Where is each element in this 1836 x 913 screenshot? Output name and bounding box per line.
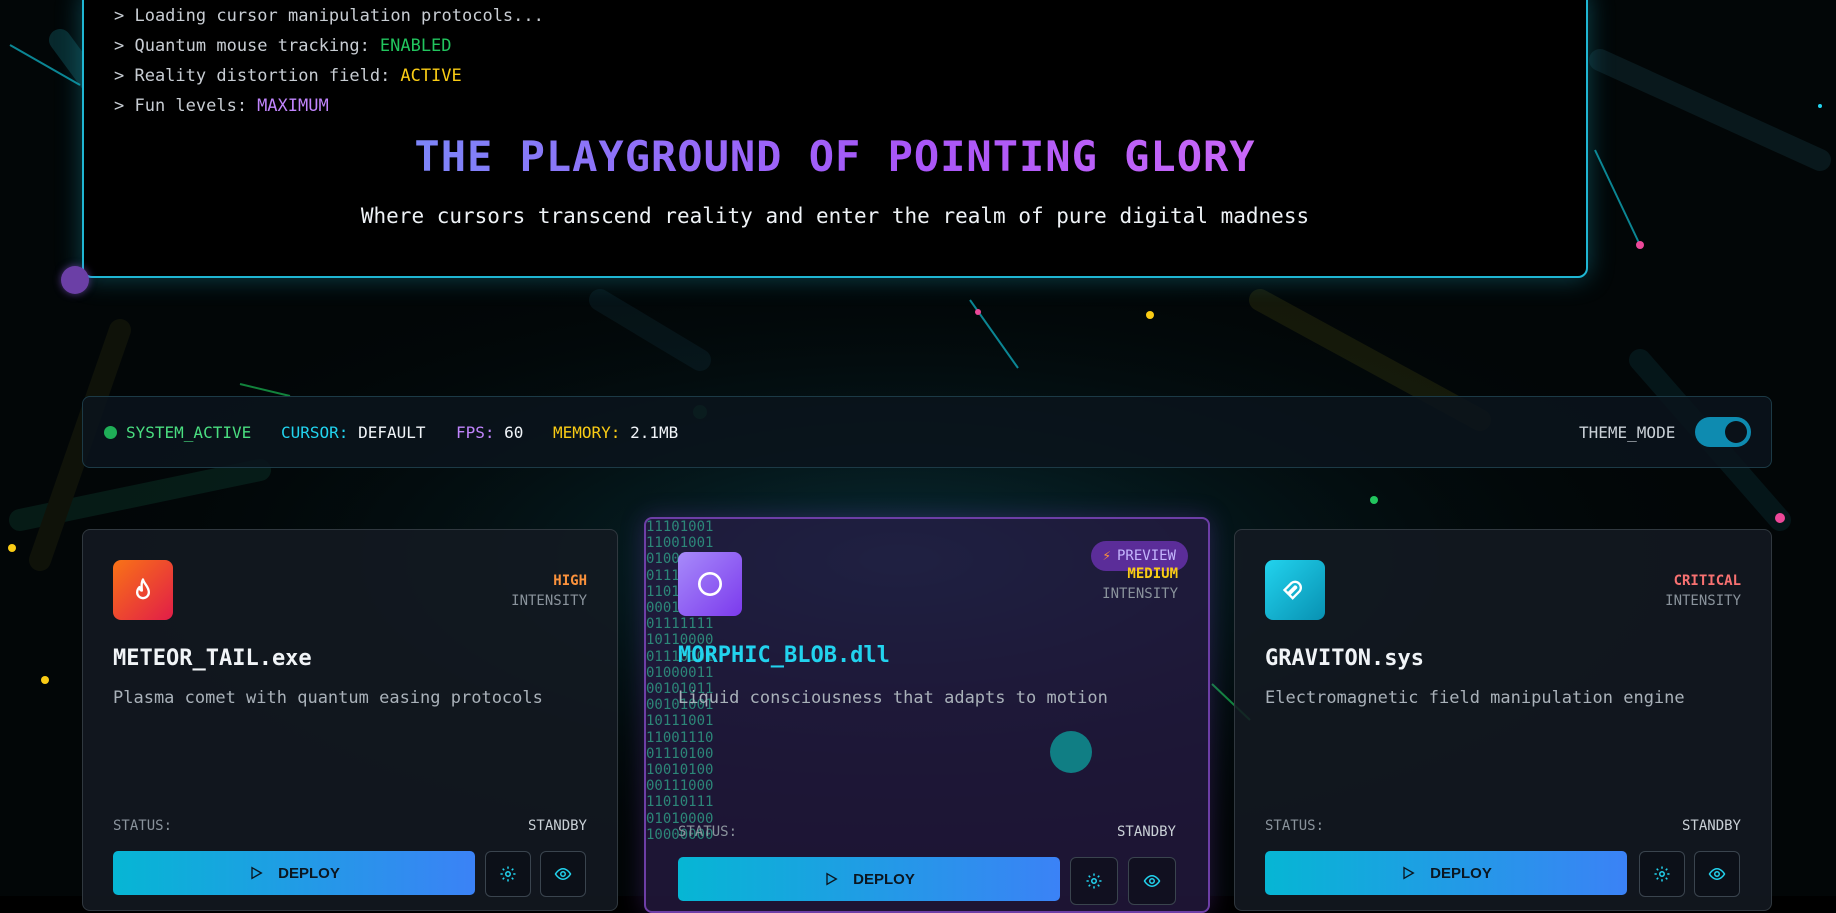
- deploy-label: DEPLOY: [1430, 864, 1492, 882]
- fps-value: 60: [504, 423, 524, 442]
- boot-line-value: ACTIVE: [400, 66, 462, 86]
- boot-line-text: > Reality distortion field:: [114, 66, 391, 86]
- card-title: GRAVITON.sys: [1265, 646, 1424, 671]
- card-description: Electromagnetic field manipulation engin…: [1265, 688, 1685, 708]
- card-description: Plasma comet with quantum easing protoco…: [113, 688, 543, 708]
- fps-label: FPS:: [456, 423, 495, 442]
- toggle-knob: [1725, 421, 1747, 443]
- status-bar: SYSTEM_ACTIVE CURSOR: DEFAULT FPS: 60 ME…: [82, 396, 1772, 468]
- status-label: STATUS:: [113, 818, 173, 834]
- intensity-value: HIGH: [553, 573, 587, 589]
- system-status-text: SYSTEM_ACTIVE: [126, 423, 252, 442]
- boot-line-value: MAXIMUM: [257, 96, 329, 116]
- card-title: MORPHIC_BLOB.dll: [678, 643, 890, 668]
- hero-title: THE PLAYGROUND OF POINTING GLORY: [84, 132, 1586, 181]
- hero-subtitle: Where cursors transcend reality and ente…: [360, 204, 1310, 228]
- circle-icon: [678, 552, 742, 616]
- memory-label: MEMORY:: [553, 423, 621, 442]
- cursor-status: CURSOR: DEFAULT: [281, 423, 426, 442]
- status-value: STANDBY: [527, 818, 587, 834]
- status-value: STANDBY: [1681, 818, 1741, 834]
- system-active-indicator: [104, 426, 117, 439]
- boot-line-value: ENABLED: [379, 36, 452, 56]
- memory-value: 2.1MB: [630, 423, 679, 442]
- status-label: STATUS:: [678, 824, 738, 840]
- eye-icon: [1708, 867, 1726, 881]
- boot-line-text: > Loading cursor manipulation protocols.…: [114, 6, 544, 26]
- preview-badge-label: PREVIEW: [1116, 548, 1176, 564]
- gear-icon: [500, 866, 516, 882]
- cursor-label: CURSOR:: [281, 423, 349, 442]
- cursor-orb: [61, 266, 89, 294]
- gear-icon: [1086, 873, 1102, 889]
- deploy-button[interactable]: DEPLOY: [1265, 851, 1627, 895]
- card-title: METEOR_TAIL.exe: [113, 646, 312, 671]
- intensity-value: CRITICAL: [1673, 573, 1741, 589]
- cursor-value: DEFAULT: [358, 423, 426, 442]
- boot-line-text: > Fun levels:: [114, 96, 248, 116]
- memory-status: MEMORY: 2.1MB: [553, 423, 678, 442]
- preview-button[interactable]: [540, 851, 586, 897]
- boot-line-4: > Fun levels: MAXIMUM: [114, 96, 329, 116]
- morphic-blob-preview: [1050, 731, 1092, 773]
- deploy-button[interactable]: DEPLOY: [678, 857, 1060, 901]
- settings-button[interactable]: [1070, 857, 1118, 905]
- theme-mode-toggle[interactable]: [1695, 417, 1751, 447]
- play-icon: [1403, 866, 1415, 880]
- lightning-icon: ⚡: [1102, 548, 1111, 564]
- eye-icon: [1143, 874, 1161, 888]
- terminal-hero: > Loading cursor manipulation protocols.…: [82, 0, 1588, 278]
- intensity-label: INTENSITY: [1665, 593, 1741, 609]
- flame-icon: [113, 560, 173, 620]
- magnet-icon: [1265, 560, 1325, 620]
- cursor-card-morphic-blob: 11101001 11001001 01001001 01110101 1101…: [644, 517, 1210, 913]
- status-label: STATUS:: [1265, 818, 1325, 834]
- preview-eye-button[interactable]: [1128, 857, 1176, 905]
- boot-line-1: > Loading cursor manipulation protocols.…: [114, 6, 544, 26]
- play-icon: [826, 872, 838, 886]
- deploy-label: DEPLOY: [278, 864, 340, 882]
- eye-icon: [554, 867, 572, 881]
- boot-line-text: > Quantum mouse tracking:: [114, 36, 370, 56]
- page-content: > Loading cursor manipulation protocols.…: [0, 0, 1836, 913]
- boot-line-3: > Reality distortion field: ACTIVE: [114, 66, 462, 86]
- settings-button[interactable]: [485, 851, 531, 897]
- status-value: STANDBY: [1116, 824, 1176, 840]
- cursor-card-graviton: CRITICAL INTENSITY GRAVITON.sys Electrom…: [1234, 529, 1772, 911]
- gear-icon: [1654, 866, 1670, 882]
- settings-button[interactable]: [1639, 851, 1685, 897]
- preview-button[interactable]: [1694, 851, 1740, 897]
- intensity-value: MEDIUM: [1127, 566, 1178, 582]
- play-icon: [251, 866, 263, 880]
- intensity-label: INTENSITY: [1102, 586, 1178, 602]
- boot-line-2: > Quantum mouse tracking: ENABLED: [114, 36, 452, 56]
- deploy-label: DEPLOY: [853, 870, 915, 888]
- theme-mode-label: THEME_MODE: [1579, 423, 1676, 442]
- cursor-card-meteor-tail: HIGH INTENSITY METEOR_TAIL.exe Plasma co…: [82, 529, 618, 911]
- intensity-label: INTENSITY: [511, 593, 587, 609]
- fps-status: FPS: 60: [456, 423, 523, 442]
- card-description: Liquid consciousness that adapts to moti…: [678, 688, 1108, 708]
- deploy-button[interactable]: DEPLOY: [113, 851, 475, 895]
